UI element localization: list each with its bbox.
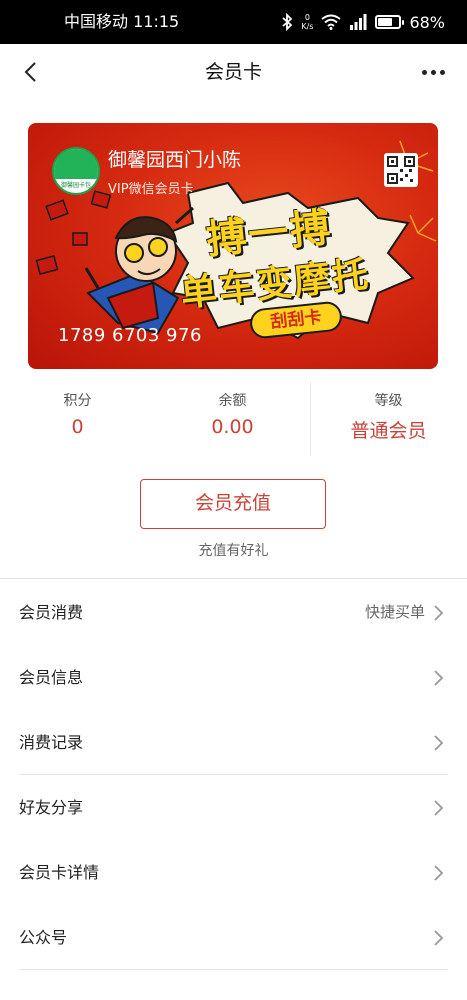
chevron-right-icon bbox=[434, 670, 444, 686]
balance-label: 余额 bbox=[218, 393, 247, 409]
store-name: 御馨园西门小陈 bbox=[108, 149, 242, 171]
balance-value: 0.00 bbox=[211, 416, 254, 438]
more-button[interactable] bbox=[413, 52, 453, 92]
menu-item-label: 会员信息 bbox=[19, 668, 84, 687]
store-logo: 御馨园卡包 bbox=[52, 147, 100, 195]
quick-pay-label: 快捷买单 bbox=[364, 603, 425, 621]
menu-item-consume-records[interactable]: 消费记录 bbox=[0, 710, 467, 775]
level-value: 普通会员 bbox=[350, 420, 427, 442]
menu-item-member-consume[interactable]: 会员消费 快捷买单 bbox=[0, 580, 467, 645]
card-type: VIP微信会员卡 bbox=[108, 182, 194, 197]
level-label: 等级 bbox=[374, 393, 403, 409]
menu-item-official-account[interactable]: 公众号 bbox=[0, 905, 467, 970]
status-icons: 0 K/s 68% bbox=[281, 0, 445, 44]
menu-item-card-details[interactable]: 会员卡详情 bbox=[0, 840, 467, 905]
menu-item-label: 消费记录 bbox=[19, 733, 84, 752]
chevron-right-icon bbox=[434, 930, 444, 946]
points-value: 0 bbox=[71, 416, 84, 438]
menu-item-label: 好友分享 bbox=[19, 798, 84, 817]
recharge-button[interactable]: 会员充值 bbox=[140, 479, 326, 529]
battery-fill bbox=[378, 18, 393, 26]
menu-item-label: 会员消费 bbox=[19, 603, 84, 622]
chevron-right-icon bbox=[434, 865, 444, 881]
status-bar: 中国移动 11:15 0 K/s 68% bbox=[0, 0, 467, 44]
nav-bar: 会员卡 bbox=[0, 44, 467, 100]
qr-code-icon[interactable] bbox=[384, 153, 418, 187]
back-arrow-icon bbox=[24, 62, 36, 82]
wifi-icon bbox=[321, 14, 342, 30]
menu-item-share-friends[interactable]: 好友分享 bbox=[0, 775, 467, 840]
member-card[interactable]: 御馨园卡包 御馨园西门小陈 VIP微信会员卡 搏一搏 单车变摩托 刮刮卡 178… bbox=[28, 123, 438, 369]
chevron-right-icon bbox=[434, 800, 444, 816]
net-speed: 0 K/s bbox=[301, 13, 314, 31]
signal-icon bbox=[350, 14, 367, 30]
section-divider bbox=[0, 578, 467, 579]
battery-icon bbox=[375, 15, 405, 29]
more-dots-icon bbox=[421, 69, 427, 75]
points-stat[interactable]: 积分 0 bbox=[0, 378, 155, 458]
menu-item-label: 公众号 bbox=[19, 928, 68, 947]
recharge-tip: 充值有好礼 bbox=[198, 543, 269, 559]
menu-list: 会员消费 快捷买单 会员信息 消费记录 好友分享 会员卡详情 公众号 bbox=[0, 580, 467, 970]
bluetooth-icon bbox=[282, 13, 293, 31]
carrier-time: 中国移动 11:15 bbox=[64, 12, 180, 31]
menu-separator bbox=[19, 969, 448, 970]
back-button[interactable] bbox=[10, 52, 50, 92]
member-stats: 积分 0 余额 0.00 等级 普通会员 bbox=[0, 378, 467, 458]
battery-percent: 68% bbox=[409, 12, 445, 32]
menu-item-member-info[interactable]: 会员信息 bbox=[0, 645, 467, 710]
chevron-right-icon bbox=[434, 735, 444, 751]
menu-item-label: 会员卡详情 bbox=[19, 863, 100, 882]
level-stat[interactable]: 等级 普通会员 bbox=[311, 378, 466, 458]
page-title: 会员卡 bbox=[204, 61, 262, 83]
balance-stat[interactable]: 余额 0.00 bbox=[155, 378, 310, 458]
chevron-right-icon bbox=[434, 605, 444, 621]
card-number: 1789 6703 976 bbox=[58, 325, 202, 346]
points-label: 积分 bbox=[63, 393, 92, 409]
